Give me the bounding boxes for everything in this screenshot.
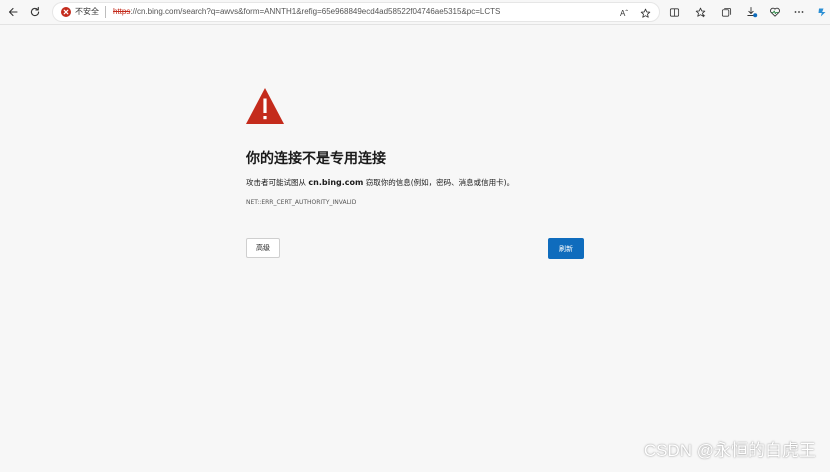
refresh-button[interactable]: 刷新 — [548, 238, 584, 259]
read-aloud-icon: Aˆ — [620, 8, 628, 18]
more-horizontal-icon — [794, 11, 804, 13]
collections-button[interactable] — [718, 4, 734, 20]
favorites-button[interactable] — [692, 4, 708, 20]
favorites-star-icon — [695, 7, 705, 17]
copilot-icon — [818, 8, 826, 17]
more-menu-button[interactable] — [791, 4, 807, 20]
watermark: CSDN @永恒的白虎王 — [643, 441, 816, 460]
advanced-button[interactable]: 高级 — [246, 238, 280, 258]
download-icon — [747, 7, 758, 18]
url-rest: ://cn.bing.com/search?q=awvs&form=ANNTH1… — [130, 7, 501, 16]
address-bar[interactable]: 不安全 https://cn.bing.com/search?q=awvs&fo… — [52, 2, 660, 22]
split-screen-button[interactable] — [666, 4, 682, 20]
description-prefix: 攻击者可能试图从 — [246, 178, 309, 187]
reload-button[interactable] — [26, 3, 44, 21]
error-code: NET::ERR_CERT_AUTHORITY_INVALID — [246, 199, 357, 206]
error-title: 你的连接不是专用连接 — [246, 151, 386, 167]
heartbeat-icon — [770, 7, 780, 17]
address-divider — [105, 6, 106, 18]
star-icon — [640, 8, 650, 18]
browser-toolbar: 不安全 https://cn.bing.com/search?q=awvs&fo… — [0, 0, 830, 25]
back-button[interactable] — [4, 3, 22, 21]
read-aloud-button[interactable]: Aˆ — [617, 6, 631, 20]
not-secure-label[interactable]: 不安全 — [75, 7, 99, 17]
description-suffix: 窃取你的信息(例如，密码、消息或信用卡)。 — [363, 178, 515, 187]
copilot-button[interactable] — [814, 4, 830, 20]
browser-essentials-button[interactable] — [767, 4, 783, 20]
error-description: 攻击者可能试图从 cn.bing.com 窃取你的信息(例如，密码、消息或信用卡… — [246, 177, 514, 188]
url-scheme: https — [113, 7, 131, 16]
description-host: cn.bing.com — [308, 178, 364, 187]
reload-icon — [30, 6, 40, 17]
downloads-button[interactable] — [744, 4, 760, 20]
collections-icon — [721, 7, 731, 17]
split-screen-icon — [669, 7, 679, 17]
warning-triangle-icon — [246, 88, 284, 124]
url-text[interactable]: https://cn.bing.com/search?q=awvs&form=A… — [113, 7, 500, 17]
not-secure-icon[interactable] — [61, 7, 71, 17]
favorite-button[interactable] — [638, 6, 652, 20]
back-arrow-icon — [8, 7, 18, 17]
